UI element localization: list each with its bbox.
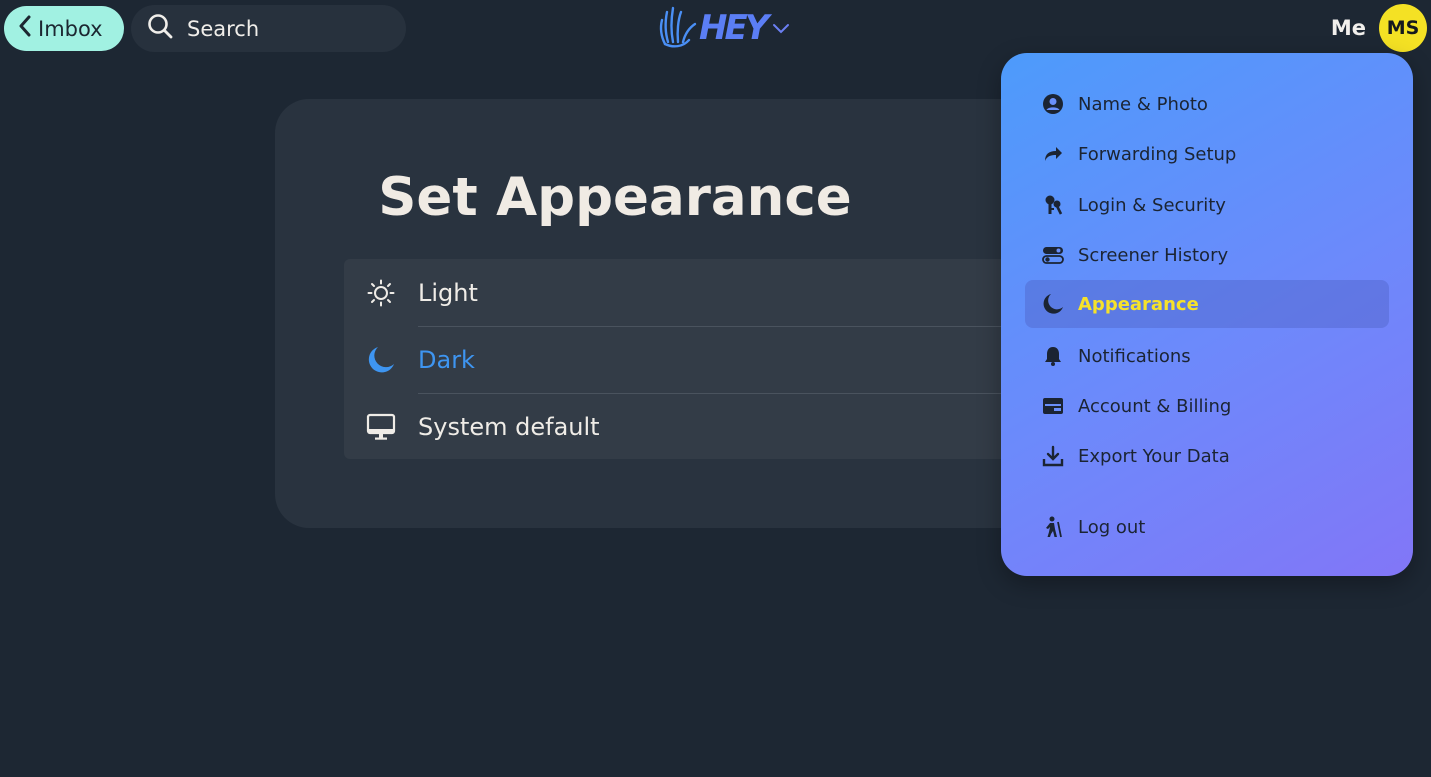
moon-icon <box>1041 292 1065 316</box>
option-system-default-label: System default <box>418 412 600 441</box>
menu-item-label: Name & Photo <box>1078 93 1208 115</box>
menu-item-screener-history[interactable]: Screener History <box>1025 231 1389 279</box>
waving-hand-icon <box>657 4 701 52</box>
user-circle-icon <box>1041 92 1065 116</box>
hey-logo-menu[interactable]: HEY <box>657 6 790 50</box>
option-dark[interactable]: Dark <box>344 326 1104 393</box>
monitor-icon <box>366 412 396 442</box>
option-dark-label: Dark <box>418 345 475 374</box>
menu-item-label: Log out <box>1078 516 1146 538</box>
search-button[interactable]: Search <box>131 5 406 52</box>
menu-item-export-data[interactable]: Export Your Data <box>1025 432 1389 480</box>
appearance-options: Light Dark System default <box>344 259 1104 459</box>
option-light[interactable]: Light <box>344 259 1104 326</box>
menu-item-account-billing[interactable]: Account & Billing <box>1025 382 1389 430</box>
menu-item-label: Notifications <box>1078 345 1191 367</box>
menu-item-notifications[interactable]: Notifications <box>1025 332 1389 380</box>
logo-text: HEY <box>699 8 769 48</box>
sun-icon <box>366 278 396 308</box>
me-menu-button[interactable]: Me MS <box>1331 4 1427 52</box>
menu-item-login-security[interactable]: Login & Security <box>1025 181 1389 229</box>
search-icon <box>147 13 187 44</box>
chevron-left-icon <box>18 15 38 42</box>
download-icon <box>1041 444 1065 468</box>
hiker-icon <box>1041 515 1065 539</box>
back-button-label: Imbox <box>38 16 103 41</box>
me-label: Me <box>1330 16 1366 40</box>
menu-item-label: Account & Billing <box>1078 395 1232 417</box>
back-to-imbox-button[interactable]: Imbox <box>4 6 124 51</box>
top-bar: Imbox Search HEY Me MS <box>0 0 1431 58</box>
menu-item-label: Login & Security <box>1078 194 1226 216</box>
forward-arrow-icon <box>1041 142 1065 166</box>
menu-item-appearance[interactable]: Appearance <box>1025 280 1389 328</box>
avatar: MS <box>1379 4 1427 52</box>
bell-icon <box>1041 344 1065 368</box>
wallet-icon <box>1041 394 1065 418</box>
search-label: Search <box>187 16 260 41</box>
menu-item-name-photo[interactable]: Name & Photo <box>1025 80 1389 128</box>
menu-item-label: Appearance <box>1078 293 1199 315</box>
menu-item-label: Export Your Data <box>1078 445 1230 467</box>
menu-item-label: Forwarding Setup <box>1078 143 1237 165</box>
menu-item-log-out[interactable]: Log out <box>1025 503 1389 551</box>
menu-item-forwarding-setup[interactable]: Forwarding Setup <box>1025 130 1389 178</box>
keys-icon <box>1041 193 1065 217</box>
toggle-icon <box>1041 243 1065 267</box>
menu-item-label: Screener History <box>1078 244 1229 266</box>
me-dropdown-menu: Name & Photo Forwarding Setup Login & Se… <box>1001 53 1413 576</box>
option-system-default[interactable]: System default <box>344 393 1104 460</box>
chevron-down-icon <box>772 19 790 38</box>
option-light-label: Light <box>418 278 478 307</box>
moon-icon <box>366 345 396 375</box>
